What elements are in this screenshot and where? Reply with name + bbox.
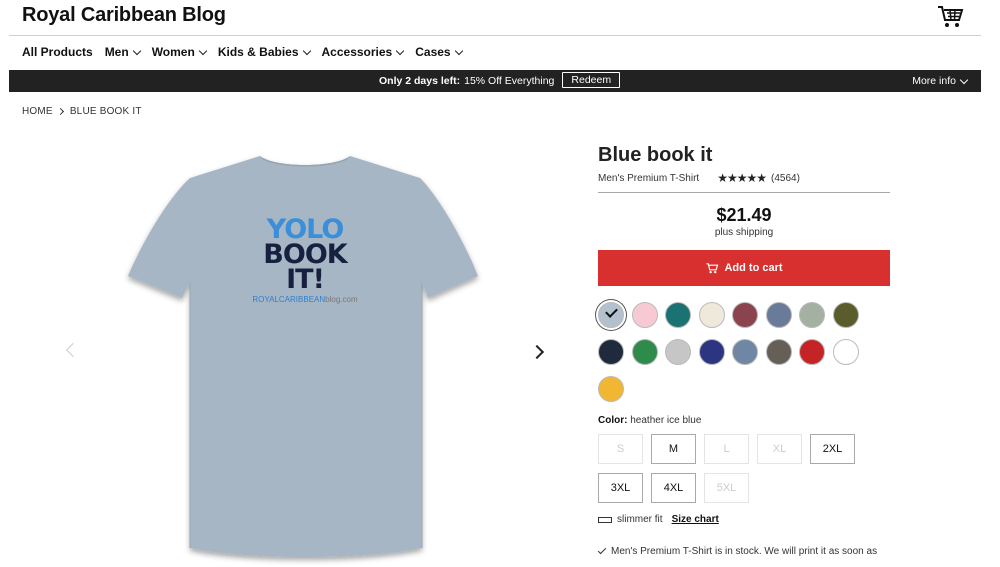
category-nav: All Products Men Women Kids & Babies Acc… — [22, 45, 474, 59]
size-option[interactable]: 3XL — [598, 473, 643, 503]
design-site-a: ROYALCARIBBEAN — [252, 295, 326, 305]
size-option[interactable]: L — [704, 434, 749, 464]
add-to-cart-button[interactable]: Add to cart — [598, 250, 890, 286]
ruler-icon — [598, 516, 612, 523]
product-gallery: YOLO BOOK IT! ROYALCARIBBEANblog.com — [60, 140, 560, 567]
product-details: Blue book it Men's Premium T-Shirt ★★★★★… — [597, 144, 898, 557]
chevron-down-icon — [395, 46, 405, 55]
color-swatch[interactable] — [732, 339, 758, 365]
site-header: Royal Caribbean Blog — [0, 0, 1000, 36]
more-info-button[interactable]: More info — [912, 75, 969, 87]
size-option[interactable]: 2XL — [810, 434, 855, 464]
color-swatch[interactable] — [832, 339, 859, 365]
color-swatch[interactable] — [832, 302, 859, 328]
nav-women[interactable]: Women — [151, 45, 208, 59]
chevron-down-icon — [454, 46, 463, 55]
nav-cases[interactable]: Cases — [415, 45, 463, 59]
chevron-down-icon — [132, 46, 141, 55]
add-to-cart-label: Add to cart — [724, 262, 783, 274]
breadcrumb-current: BLUE BOOK IT — [69, 106, 142, 117]
redeem-button[interactable]: Redeem — [562, 72, 621, 88]
design-it-text: IT! — [286, 263, 325, 295]
size-options: S M L XL 2XL 3XL 4XL 5XL — [598, 434, 878, 503]
product-divider — [598, 192, 890, 193]
size-option[interactable]: 4XL — [651, 473, 696, 503]
promo-banner: Only 2 days left: 15% Off Everything Red… — [9, 70, 981, 92]
color-swatch[interactable] — [765, 302, 792, 328]
color-swatch[interactable] — [799, 339, 825, 365]
nav-kids-babies[interactable]: Kids & Babies — [217, 45, 311, 59]
nav-label: Women — [151, 45, 195, 59]
cart-icon[interactable] — [936, 3, 964, 29]
header-divider — [9, 35, 981, 36]
product-subtitle-row: Men's Premium T-Shirt ★★★★★ (4564) — [598, 171, 898, 185]
color-swatch[interactable] — [732, 302, 758, 328]
color-swatch[interactable] — [799, 302, 825, 328]
previous-image-arrow-icon[interactable] — [65, 342, 81, 358]
design-site-text: ROYALCARIBBEANblog.com — [240, 295, 370, 305]
design-site-b: blog.com — [325, 295, 358, 305]
promo-message: Only 2 days left: 15% Off Everything Red… — [379, 72, 621, 88]
breadcrumb-home[interactable]: HOME — [22, 106, 53, 117]
color-swatches — [598, 302, 898, 402]
color-swatch[interactable] — [665, 339, 691, 365]
size-option[interactable]: S — [598, 434, 643, 464]
color-swatch[interactable] — [698, 302, 725, 328]
fit-label: slimmer fit — [617, 514, 663, 525]
color-swatch[interactable] — [665, 302, 691, 328]
checkmark-icon — [605, 305, 618, 318]
color-value: heather ice blue — [630, 415, 702, 426]
color-swatch[interactable] — [598, 376, 624, 402]
fit-row: slimmer fit Size chart — [598, 514, 898, 525]
chevron-down-icon — [959, 75, 969, 84]
shipping-note: plus shipping — [714, 227, 774, 238]
rating-stars-icon[interactable]: ★★★★★ — [717, 171, 767, 185]
shirt-design: YOLO BOOK IT! ROYALCARIBBEANblog.com — [240, 216, 370, 305]
size-option[interactable]: 5XL — [704, 473, 749, 503]
product-type: Men's Premium T-Shirt — [598, 172, 700, 184]
nav-all-products[interactable]: All Products — [22, 45, 93, 59]
color-swatch[interactable] — [631, 339, 658, 365]
product-price: $21.49 — [716, 205, 772, 225]
size-option[interactable]: M — [651, 434, 696, 464]
color-swatch[interactable] — [598, 339, 624, 365]
selected-color: Color: heather ice blue — [598, 415, 898, 426]
promo-deadline: Only 2 days left: — [379, 75, 461, 87]
chevron-down-icon — [302, 46, 311, 55]
more-info-label: More info — [912, 75, 956, 87]
color-swatch[interactable] — [698, 339, 725, 365]
size-chart-link[interactable]: Size chart — [672, 514, 719, 525]
chevron-down-icon — [198, 46, 208, 55]
nav-label: All Products — [22, 45, 93, 59]
promo-offer: 15% Off Everything — [464, 75, 555, 87]
stock-text: Men's Premium T-Shirt is in stock. We wi… — [611, 546, 878, 557]
site-title[interactable]: Royal Caribbean Blog — [22, 4, 226, 27]
review-count[interactable]: (4564) — [771, 173, 800, 184]
tshirt-image — [128, 156, 478, 557]
checkmark-icon — [597, 545, 607, 555]
color-swatch[interactable] — [631, 302, 658, 328]
nav-label: Kids & Babies — [217, 45, 299, 59]
product-title: Blue book it — [598, 144, 713, 166]
color-label: Color: — [598, 415, 628, 426]
color-swatch[interactable] — [598, 302, 624, 328]
chevron-right-icon — [56, 107, 64, 116]
nav-men[interactable]: Men — [104, 45, 141, 59]
nav-label: Men — [104, 45, 129, 59]
nav-label: Cases — [415, 45, 451, 59]
color-swatch[interactable] — [765, 339, 792, 365]
cart-icon — [706, 263, 719, 274]
nav-label: Accessories — [321, 45, 393, 59]
breadcrumb: HOME BLUE BOOK IT — [22, 106, 142, 117]
size-option[interactable]: XL — [757, 434, 802, 464]
stock-info: Men's Premium T-Shirt is in stock. We wi… — [597, 545, 898, 557]
nav-accessories[interactable]: Accessories — [321, 45, 405, 59]
next-image-arrow-icon[interactable] — [529, 344, 545, 360]
